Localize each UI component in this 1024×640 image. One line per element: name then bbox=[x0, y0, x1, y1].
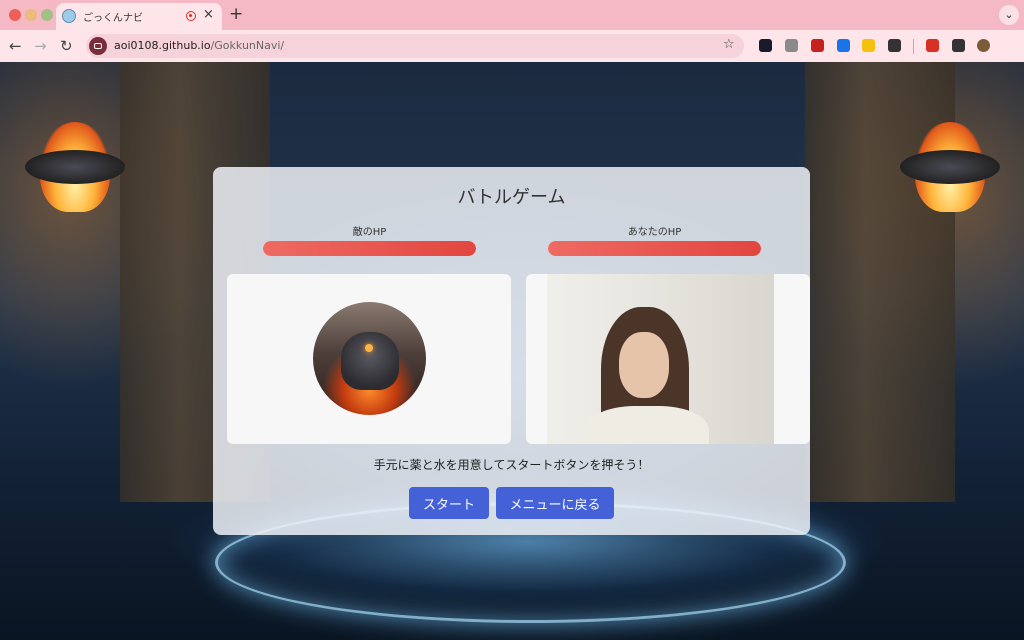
monster-body bbox=[341, 332, 399, 390]
game-title: バトルゲーム bbox=[457, 187, 566, 208]
url-text: aoi0108.github.io/GokkunNavi/ bbox=[114, 39, 284, 52]
enemy-hp-bar bbox=[263, 241, 476, 256]
tab-search-button[interactable]: ⌄ bbox=[999, 5, 1019, 25]
torch-bowl-left bbox=[25, 150, 125, 184]
start-button[interactable]: スタート bbox=[409, 487, 489, 519]
profile-avatar-icon[interactable] bbox=[977, 39, 990, 52]
puzzle-extensions-icon[interactable] bbox=[888, 39, 901, 52]
player-card bbox=[526, 274, 810, 444]
battle-panel: バトルゲーム 敵のHP あなたのHP 手元に薬と水を用意してスタートボタンを押そ… bbox=[213, 167, 810, 535]
camera-in-use-icon[interactable] bbox=[89, 37, 107, 55]
battle-page: バトルゲーム 敵のHP あなたのHP 手元に薬と水を用意してスタートボタンを押そ… bbox=[0, 62, 1024, 640]
person-face bbox=[619, 332, 669, 398]
reload-button[interactable]: ↻ bbox=[60, 37, 73, 55]
browser-toolbar: ← → ↻ aoi0108.github.io/GokkunNavi/ ☆ bbox=[0, 30, 1024, 62]
media-control-icon[interactable] bbox=[952, 39, 965, 52]
person-shirt bbox=[585, 406, 709, 444]
torch-bowl-right bbox=[900, 150, 1000, 184]
download-icon[interactable] bbox=[926, 39, 939, 52]
site-favicon-icon bbox=[62, 9, 76, 23]
bookmark-star-icon[interactable]: ☆ bbox=[723, 37, 735, 52]
history-extension-icon[interactable] bbox=[785, 39, 798, 52]
player-hp-bar bbox=[548, 241, 761, 256]
address-bar[interactable]: aoi0108.github.io/GokkunNavi/ ☆ bbox=[86, 34, 744, 58]
minimize-window-button[interactable] bbox=[25, 9, 37, 21]
tab-close-icon[interactable]: × bbox=[203, 8, 214, 22]
note-extension-icon[interactable] bbox=[862, 39, 875, 52]
translate-extension-icon[interactable] bbox=[837, 39, 850, 52]
player-hp-label: あなたのHP bbox=[627, 227, 682, 238]
monster-eye bbox=[365, 344, 373, 352]
enemy-hp-fill bbox=[263, 241, 476, 256]
forward-button[interactable]: → bbox=[34, 37, 47, 55]
new-tab-button[interactable]: + bbox=[229, 5, 243, 23]
maximize-window-button[interactable] bbox=[41, 9, 53, 21]
enemy-hp-label: 敵のHP bbox=[352, 227, 387, 238]
recording-indicator-icon bbox=[186, 11, 196, 21]
enemy-card bbox=[227, 274, 511, 444]
cursor-extension-icon[interactable] bbox=[759, 39, 772, 52]
tab-title: ごっくんナビ bbox=[83, 13, 143, 24]
player-camera-video bbox=[547, 274, 774, 444]
instruction-text: 手元に薬と水を用意してスタートボタンを押そう！ bbox=[373, 458, 650, 472]
close-window-button[interactable] bbox=[9, 9, 21, 21]
pdf-extension-icon[interactable] bbox=[811, 39, 824, 52]
url-path: /GokkunNavi/ bbox=[210, 39, 285, 52]
back-button[interactable]: ← bbox=[9, 37, 22, 55]
browser-tab-bar: ごっくんナビ × + ⌄ bbox=[0, 0, 1024, 30]
player-hp-fill bbox=[548, 241, 761, 256]
browser-tab-active[interactable]: ごっくんナビ × bbox=[56, 3, 222, 30]
toolbar-divider bbox=[913, 39, 914, 54]
back-to-menu-button[interactable]: メニューに戻る bbox=[496, 487, 614, 519]
enemy-monster-image bbox=[313, 302, 426, 415]
url-domain: aoi0108.github.io bbox=[114, 39, 211, 52]
